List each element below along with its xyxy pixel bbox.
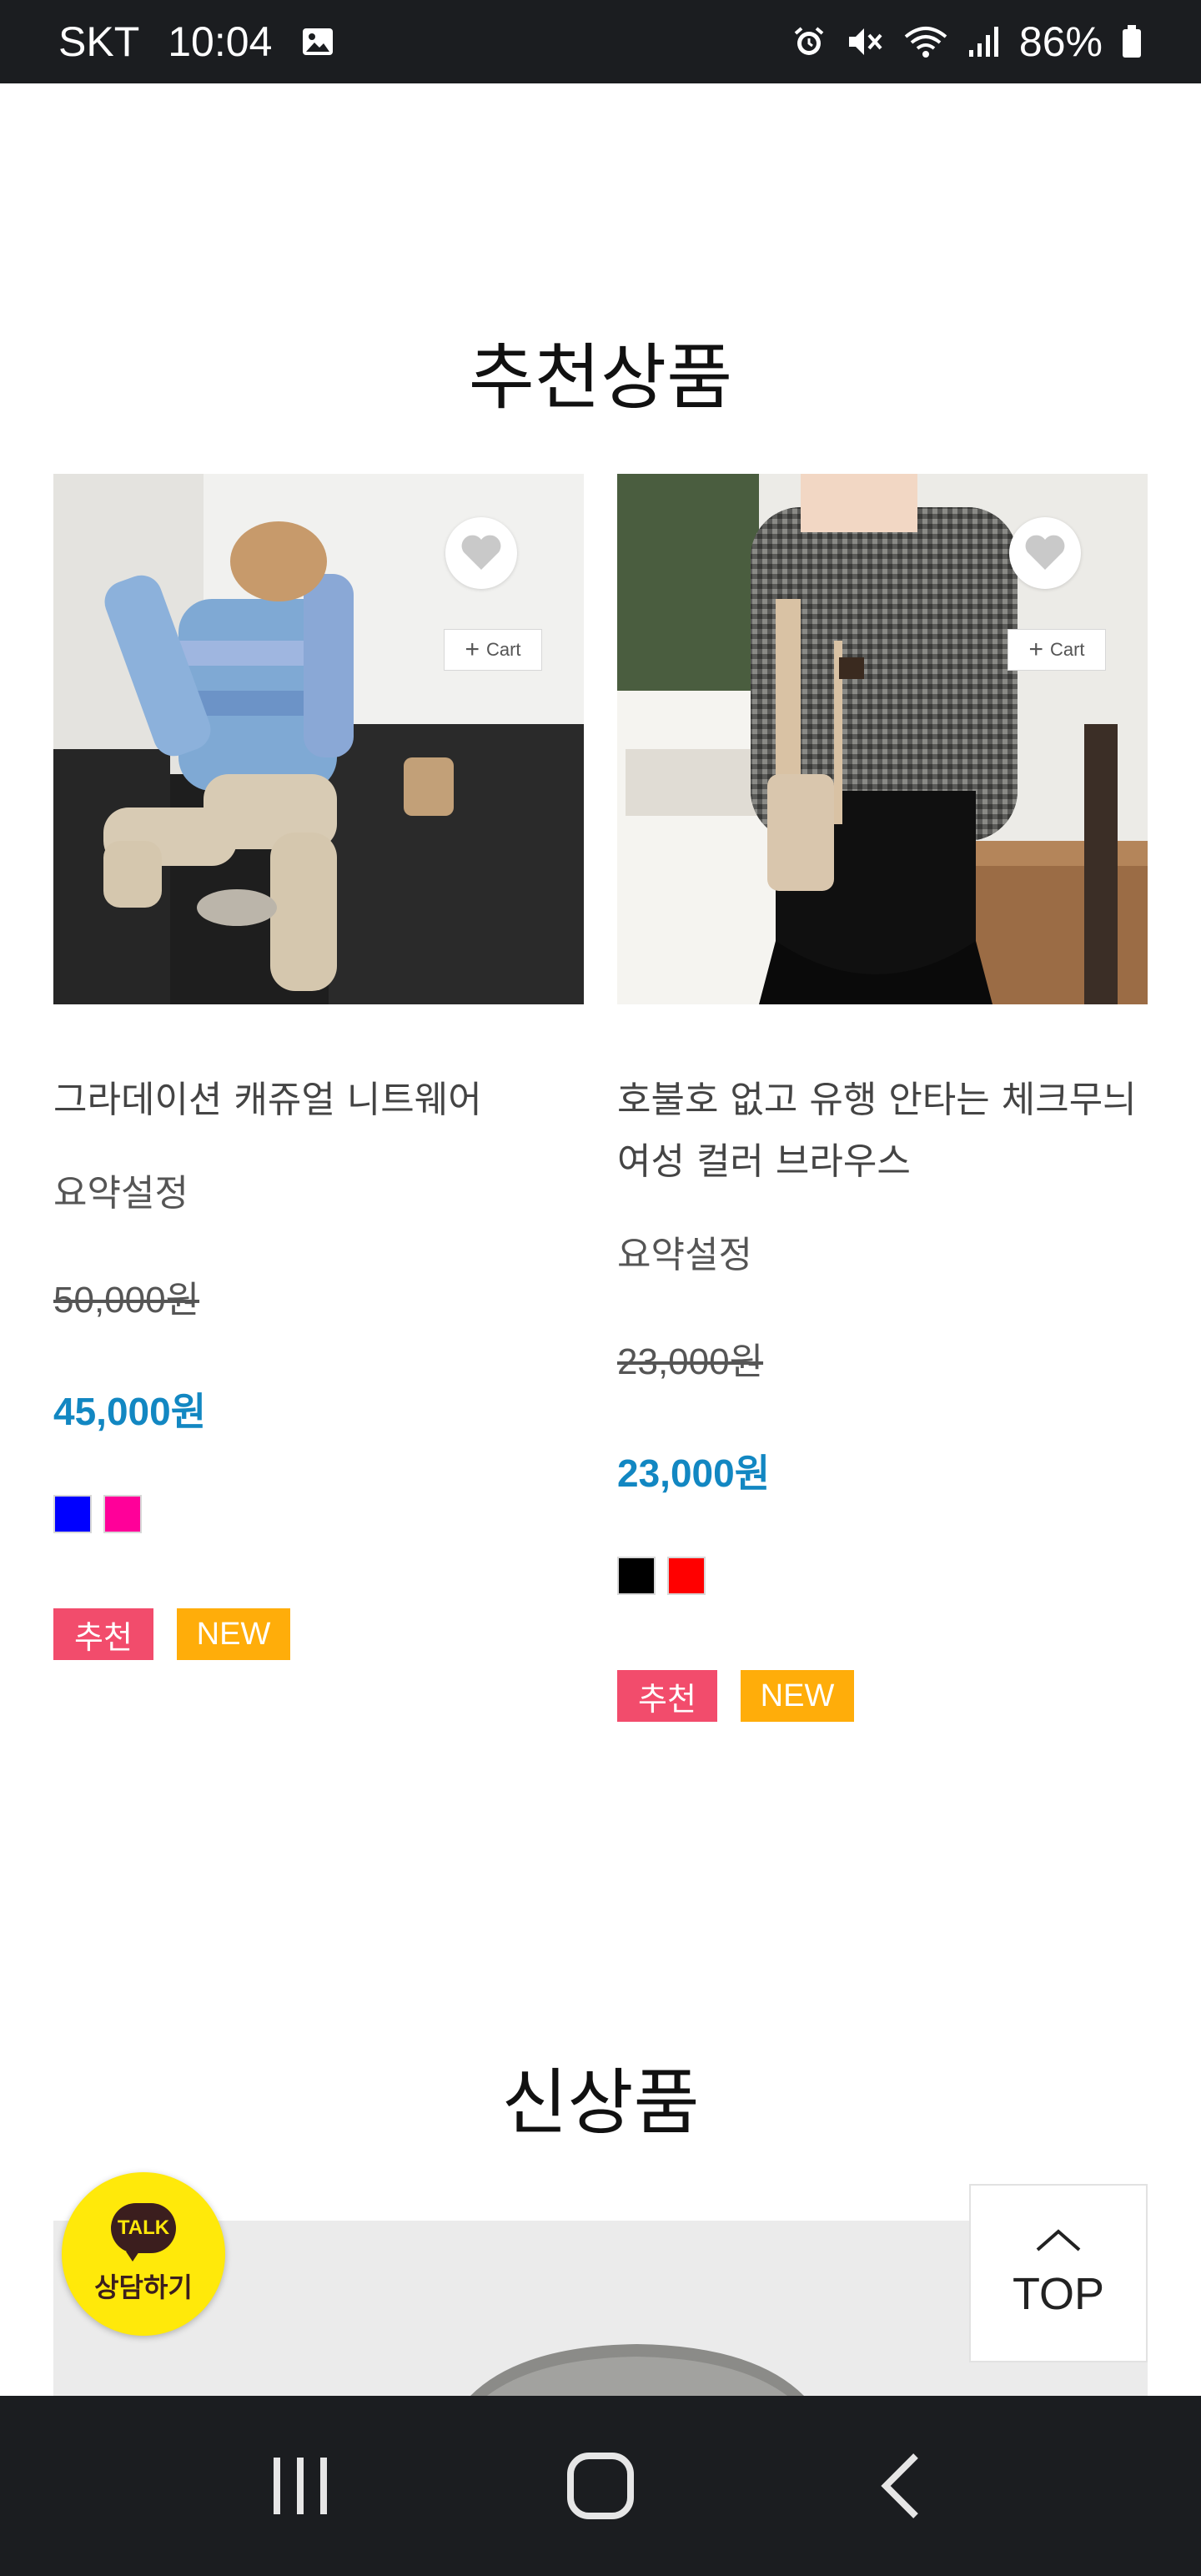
scroll-to-top-button[interactable]: TOP [969,2184,1148,2362]
product-card[interactable]: + Cart 호불호 없고 유행 안타는 체크무늬 여성 컬러 브라우스 요약설… [617,474,1148,1722]
badge-recommend: 추천 [53,1608,153,1660]
alarm-icon [791,23,827,60]
sale-price: 23,000원 [617,1452,771,1495]
original-price: 50,000원 [53,1280,200,1321]
product-badges: 추천 NEW [617,1670,1148,1722]
carrier: SKT [58,18,140,65]
plus-icon: + [465,636,480,663]
badge-new: NEW [741,1670,854,1722]
product-image[interactable]: + Cart [617,474,1148,1004]
wishlist-heart-button[interactable] [445,517,517,589]
product-summary: 요약설정 [53,1172,188,1215]
original-price: 23,000원 [617,1341,764,1382]
color-swatch-red [667,1557,706,1595]
status-bar: SKT 10:04 86% [0,0,1201,83]
product-name[interactable]: 그라데이션 캐쥬얼 니트웨어 [53,1069,584,1131]
color-swatches [617,1557,1148,1595]
color-swatches [53,1495,584,1533]
color-swatch-black [617,1557,656,1595]
cart-label: Cart [1049,639,1085,660]
talk-bubble-icon: TALK [111,2203,176,2262]
color-swatch-pink [103,1495,142,1533]
back-button[interactable] [834,2436,967,2536]
section-title-recommended: 추천상품 [468,336,733,420]
top-label: TOP [1012,2269,1105,2319]
battery-icon [1121,24,1143,59]
add-to-cart-button[interactable]: + Cart [1008,629,1106,671]
product-card[interactable]: + Cart 그라데이션 캐쥬얼 니트웨어 요약설정 50,000원 45,00… [53,474,584,1660]
heart-icon [461,535,501,570]
signal-icon [967,25,1001,58]
talk-label: 상담하기 [94,2272,193,2303]
recent-apps-button[interactable] [234,2436,367,2536]
product-summary: 요약설정 [617,1234,752,1276]
mute-icon [846,23,884,60]
product-image[interactable]: + Cart [53,474,584,1004]
home-button[interactable] [534,2436,667,2536]
sale-price: 45,000원 [53,1390,207,1433]
home-icon [567,2453,634,2519]
add-to-cart-button[interactable]: + Cart [444,629,542,671]
heart-icon [1025,535,1065,570]
clock: 10:04 [168,18,273,65]
recent-apps-icon [274,2458,327,2514]
chevron-up-icon [1036,2229,1081,2251]
color-swatch-blue [53,1495,92,1533]
navigation-bar [0,2396,1201,2576]
section-title-new: 신상품 [501,2061,700,2145]
cart-label: Cart [485,639,521,660]
back-icon [881,2453,918,2518]
wishlist-heart-button[interactable] [1009,517,1081,589]
battery-percent: 86% [1018,18,1103,65]
image-icon [300,24,335,59]
plus-icon: + [1028,636,1043,663]
badge-new: NEW [177,1608,290,1660]
badge-recommend: 추천 [617,1670,717,1722]
kakao-talk-consult-button[interactable]: TALK 상담하기 [62,2172,225,2336]
product-badges: 추천 NEW [53,1608,584,1660]
product-name[interactable]: 호불호 없고 유행 안타는 체크무늬 여성 컬러 브라우스 [617,1069,1148,1193]
wifi-icon [902,23,949,60]
